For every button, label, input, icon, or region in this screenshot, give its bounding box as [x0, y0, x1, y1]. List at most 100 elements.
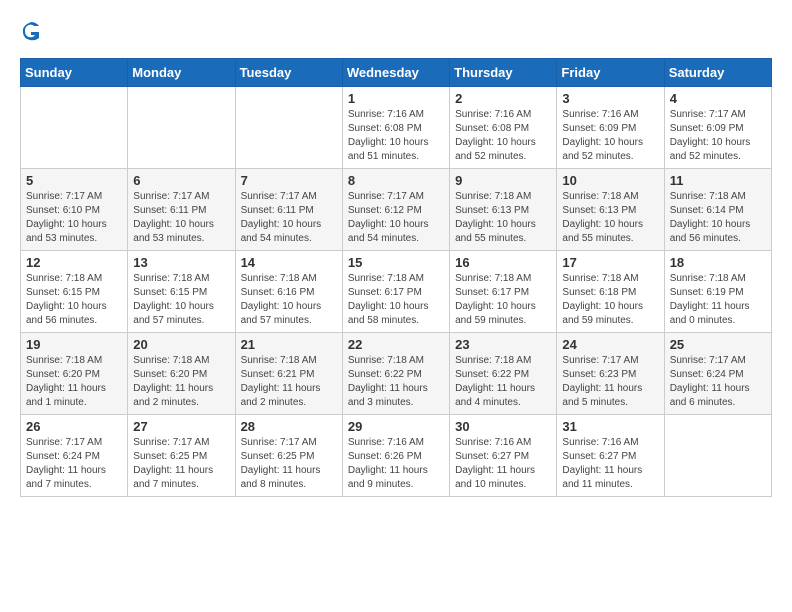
header-area: [20, 20, 772, 42]
day-number: 26: [26, 419, 122, 434]
calendar-header-row: SundayMondayTuesdayWednesdayThursdayFrid…: [21, 59, 772, 87]
calendar-cell: 5 Sunrise: 7:17 AM Sunset: 6:10 PM Daylig…: [21, 169, 128, 251]
day-number: 10: [562, 173, 658, 188]
calendar-week-row: 1 Sunrise: 7:16 AM Sunset: 6:08 PM Daylig…: [21, 87, 772, 169]
day-info: Sunrise: 7:17 AM Sunset: 6:09 PM Dayligh…: [670, 108, 766, 164]
calendar-cell: 27Sunrise: 7:17 AM Sunset: 6:25 PM Dayli…: [128, 415, 235, 497]
day-info: Sunrise: 7:17 AM Sunset: 6:10 PM Dayligh…: [26, 190, 122, 246]
day-number: 14: [241, 255, 337, 270]
day-of-week-header: Tuesday: [235, 59, 342, 87]
day-info: Sunrise: 7:16 AM Sunset: 6:08 PM Dayligh…: [455, 108, 551, 164]
day-number: 24: [562, 337, 658, 352]
day-info: Sunrise: 7:18 AM Sunset: 6:17 PM Dayligh…: [455, 272, 551, 328]
day-info: Sunrise: 7:18 AM Sunset: 6:13 PM Dayligh…: [562, 190, 658, 246]
calendar-cell: 12Sunrise: 7:18 AM Sunset: 6:15 PM Dayli…: [21, 251, 128, 333]
day-info: Sunrise: 7:18 AM Sunset: 6:20 PM Dayligh…: [26, 354, 122, 410]
day-info: Sunrise: 7:16 AM Sunset: 6:26 PM Dayligh…: [348, 436, 444, 492]
day-info: Sunrise: 7:18 AM Sunset: 6:14 PM Dayligh…: [670, 190, 766, 246]
day-info: Sunrise: 7:18 AM Sunset: 6:21 PM Dayligh…: [241, 354, 337, 410]
day-info: Sunrise: 7:18 AM Sunset: 6:13 PM Dayligh…: [455, 190, 551, 246]
calendar-cell: 9 Sunrise: 7:18 AM Sunset: 6:13 PM Daylig…: [450, 169, 557, 251]
calendar-cell: 23 Sunrise: 7:18 AM Sunset: 6:22 PM Dayli…: [450, 333, 557, 415]
calendar-cell: [664, 415, 771, 497]
day-number: 4: [670, 91, 766, 106]
day-info: Sunrise: 7:17 AM Sunset: 6:11 PM Dayligh…: [241, 190, 337, 246]
day-info: Sunrise: 7:17 AM Sunset: 6:12 PM Dayligh…: [348, 190, 444, 246]
day-number: 29: [348, 419, 444, 434]
day-number: 3: [562, 91, 658, 106]
calendar-cell: [21, 87, 128, 169]
calendar-cell: 4 Sunrise: 7:17 AM Sunset: 6:09 PM Daylig…: [664, 87, 771, 169]
calendar-cell: 3 Sunrise: 7:16 AM Sunset: 6:09 PM Daylig…: [557, 87, 664, 169]
calendar-cell: 30Sunrise: 7:16 AM Sunset: 6:27 PM Dayli…: [450, 415, 557, 497]
day-number: 7: [241, 173, 337, 188]
day-info: Sunrise: 7:17 AM Sunset: 6:23 PM Dayligh…: [562, 354, 658, 410]
calendar-cell: 20 Sunrise: 7:18 AM Sunset: 6:20 PM Dayli…: [128, 333, 235, 415]
day-number: 8: [348, 173, 444, 188]
calendar-cell: 11 Sunrise: 7:18 AM Sunset: 6:14 PM Dayli…: [664, 169, 771, 251]
calendar-cell: 7 Sunrise: 7:17 AM Sunset: 6:11 PM Daylig…: [235, 169, 342, 251]
calendar-week-row: 19 Sunrise: 7:18 AM Sunset: 6:20 PM Dayli…: [21, 333, 772, 415]
day-info: Sunrise: 7:18 AM Sunset: 6:22 PM Dayligh…: [455, 354, 551, 410]
day-number: 13: [133, 255, 229, 270]
calendar-cell: 29 Sunrise: 7:16 AM Sunset: 6:26 PM Dayli…: [342, 415, 449, 497]
day-of-week-header: Monday: [128, 59, 235, 87]
calendar-cell: 25 Sunrise: 7:17 AM Sunset: 6:24 PM Dayli…: [664, 333, 771, 415]
day-number: 2: [455, 91, 551, 106]
day-info: Sunrise: 7:18 AM Sunset: 6:17 PM Dayligh…: [348, 272, 444, 328]
day-number: 5: [26, 173, 122, 188]
day-info: Sunrise: 7:18 AM Sunset: 6:15 PM Dayligh…: [26, 272, 122, 328]
day-info: Sunrise: 7:18 AM Sunset: 6:22 PM Dayligh…: [348, 354, 444, 410]
day-info: Sunrise: 7:17 AM Sunset: 6:11 PM Dayligh…: [133, 190, 229, 246]
day-of-week-header: Wednesday: [342, 59, 449, 87]
calendar-cell: 18Sunrise: 7:18 AM Sunset: 6:19 PM Dayli…: [664, 251, 771, 333]
calendar-week-row: 26 Sunrise: 7:17 AM Sunset: 6:24 PM Dayli…: [21, 415, 772, 497]
day-of-week-header: Saturday: [664, 59, 771, 87]
day-number: 11: [670, 173, 766, 188]
calendar-cell: [235, 87, 342, 169]
calendar-week-row: 5 Sunrise: 7:17 AM Sunset: 6:10 PM Daylig…: [21, 169, 772, 251]
day-info: Sunrise: 7:17 AM Sunset: 6:24 PM Dayligh…: [670, 354, 766, 410]
day-number: 18: [670, 255, 766, 270]
calendar-cell: 31Sunrise: 7:16 AM Sunset: 6:27 PM Dayli…: [557, 415, 664, 497]
calendar-cell: 22 Sunrise: 7:18 AM Sunset: 6:22 PM Dayli…: [342, 333, 449, 415]
day-number: 27: [133, 419, 229, 434]
calendar-cell: 13 Sunrise: 7:18 AM Sunset: 6:15 PM Dayli…: [128, 251, 235, 333]
day-info: Sunrise: 7:17 AM Sunset: 6:24 PM Dayligh…: [26, 436, 122, 492]
calendar-cell: 28 Sunrise: 7:17 AM Sunset: 6:25 PM Dayli…: [235, 415, 342, 497]
logo: [20, 20, 46, 42]
day-number: 9: [455, 173, 551, 188]
day-number: 30: [455, 419, 551, 434]
day-number: 1: [348, 91, 444, 106]
day-number: 17: [562, 255, 658, 270]
day-of-week-header: Friday: [557, 59, 664, 87]
day-info: Sunrise: 7:18 AM Sunset: 6:16 PM Dayligh…: [241, 272, 337, 328]
calendar-cell: [128, 87, 235, 169]
day-number: 21: [241, 337, 337, 352]
calendar-cell: 6 Sunrise: 7:17 AM Sunset: 6:11 PM Daylig…: [128, 169, 235, 251]
day-number: 23: [455, 337, 551, 352]
day-info: Sunrise: 7:16 AM Sunset: 6:27 PM Dayligh…: [562, 436, 658, 492]
day-number: 16: [455, 255, 551, 270]
calendar-cell: 10 Sunrise: 7:18 AM Sunset: 6:13 PM Dayli…: [557, 169, 664, 251]
day-number: 6: [133, 173, 229, 188]
day-number: 22: [348, 337, 444, 352]
calendar-cell: 8 Sunrise: 7:17 AM Sunset: 6:12 PM Daylig…: [342, 169, 449, 251]
calendar-cell: 15 Sunrise: 7:18 AM Sunset: 6:17 PM Dayli…: [342, 251, 449, 333]
calendar-week-row: 12Sunrise: 7:18 AM Sunset: 6:15 PM Dayli…: [21, 251, 772, 333]
day-number: 15: [348, 255, 444, 270]
day-info: Sunrise: 7:16 AM Sunset: 6:09 PM Dayligh…: [562, 108, 658, 164]
calendar-cell: 21 Sunrise: 7:18 AM Sunset: 6:21 PM Dayli…: [235, 333, 342, 415]
calendar-cell: 26 Sunrise: 7:17 AM Sunset: 6:24 PM Dayli…: [21, 415, 128, 497]
calendar-cell: 19 Sunrise: 7:18 AM Sunset: 6:20 PM Dayli…: [21, 333, 128, 415]
day-of-week-header: Thursday: [450, 59, 557, 87]
day-info: Sunrise: 7:18 AM Sunset: 6:15 PM Dayligh…: [133, 272, 229, 328]
calendar-cell: 16 Sunrise: 7:18 AM Sunset: 6:17 PM Dayli…: [450, 251, 557, 333]
day-info: Sunrise: 7:18 AM Sunset: 6:20 PM Dayligh…: [133, 354, 229, 410]
day-info: Sunrise: 7:17 AM Sunset: 6:25 PM Dayligh…: [241, 436, 337, 492]
day-number: 20: [133, 337, 229, 352]
day-number: 25: [670, 337, 766, 352]
calendar-cell: 1Sunrise: 7:16 AM Sunset: 6:08 PM Daylig…: [342, 87, 449, 169]
day-number: 28: [241, 419, 337, 434]
day-number: 19: [26, 337, 122, 352]
